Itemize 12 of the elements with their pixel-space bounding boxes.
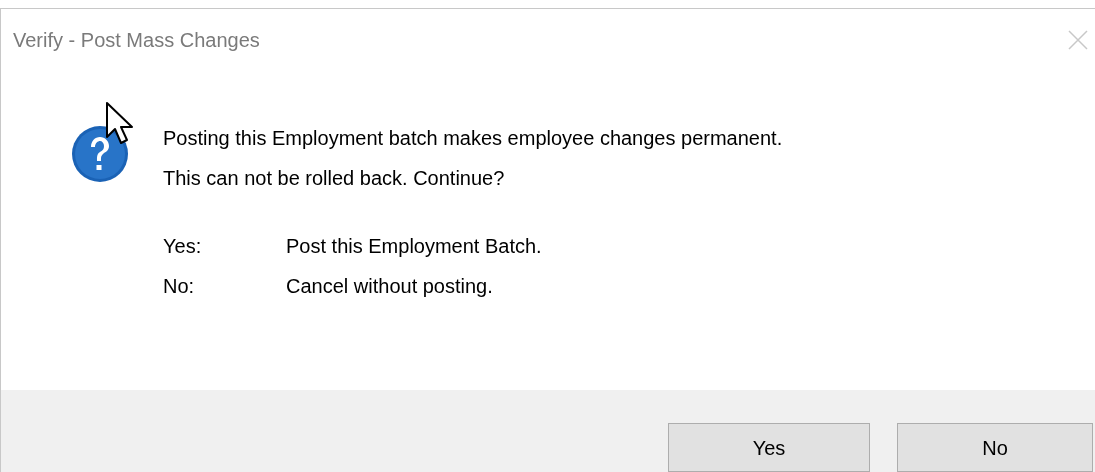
- option-description: Cancel without posting.: [286, 274, 493, 299]
- mouse-pointer-icon: [105, 101, 135, 145]
- question-icon: [71, 125, 129, 183]
- option-description: Post this Employment Batch.: [286, 234, 542, 259]
- window-title: Verify - Post Mass Changes: [13, 28, 260, 53]
- dialog-button[interactable]: Yes: [668, 423, 870, 472]
- option-key: Yes:: [163, 231, 286, 261]
- message-text: This can not be rolled back. Continue?: [163, 166, 506, 191]
- option-key: No:: [163, 271, 286, 301]
- close-icon[interactable]: [1067, 29, 1089, 51]
- dialog-button[interactable]: No: [897, 423, 1093, 472]
- message-text: Posting this Employment batch makes employee changes permanent.: [163, 126, 783, 151]
